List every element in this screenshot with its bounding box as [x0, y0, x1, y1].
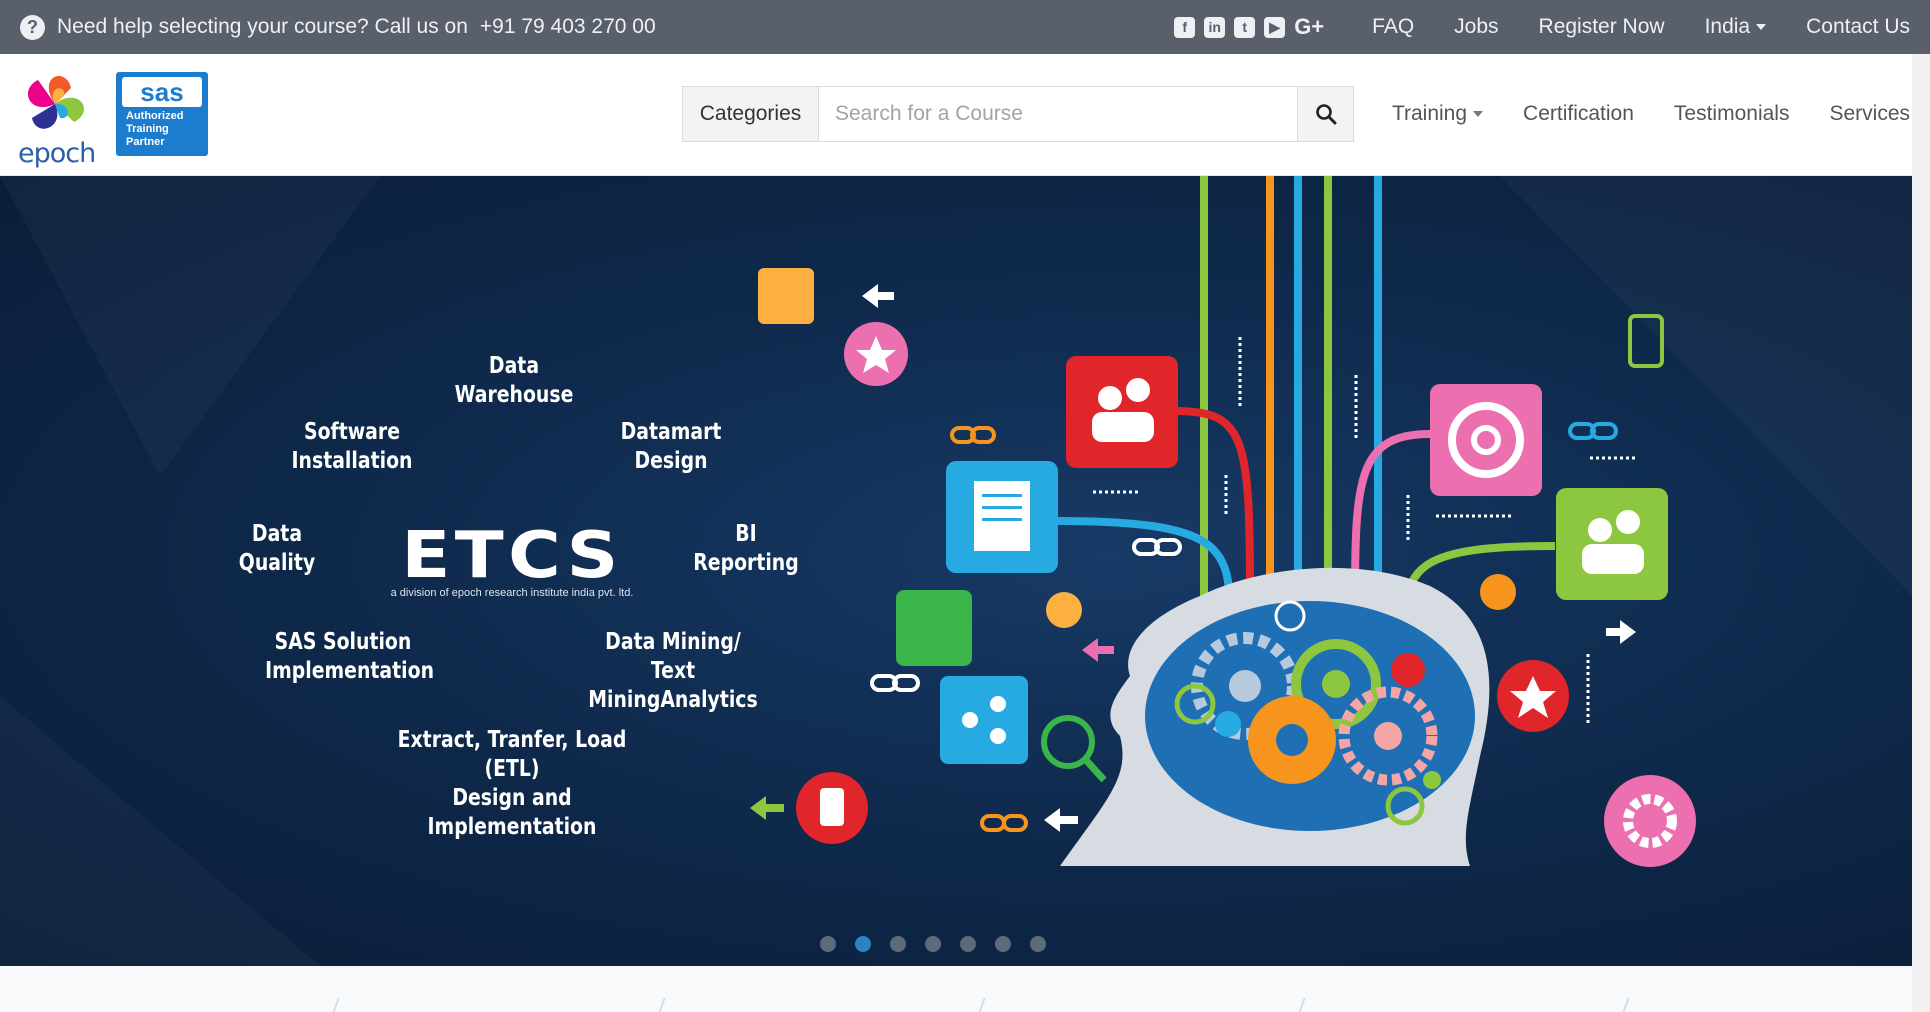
nav-training-label: Training [1391, 102, 1468, 125]
main-nav: Training Certification Testimonials Serv… [1352, 86, 1910, 142]
epoch-logo[interactable]: epoch [16, 66, 96, 169]
register-now-link[interactable]: Register Now [1539, 15, 1665, 39]
label-datamart-design: Datamart Design [620, 419, 722, 474]
nav-testimonials[interactable]: Testimonials [1674, 102, 1790, 126]
epoch-logo-text: epoch [18, 138, 96, 169]
label-etl: Extract, Tranfer, Load (ETL) Design and … [397, 727, 627, 840]
slider-dots [820, 936, 1046, 952]
slider-dot[interactable] [995, 936, 1011, 952]
label-data-warehouse: Data Warehouse [454, 353, 574, 408]
etcs-title: ETCS [401, 519, 623, 593]
stats-divider [1620, 998, 1630, 1012]
label-bi-reporting: BI Reporting [693, 521, 799, 576]
question-icon: ? [20, 14, 45, 40]
country-dropdown[interactable]: India [1705, 15, 1767, 39]
youtube-icon[interactable]: ▶ [1264, 16, 1286, 38]
faq-link[interactable]: FAQ [1372, 15, 1414, 39]
hero-banner[interactable]: Data Warehouse Software Installation Dat… [0, 176, 1912, 966]
slider-dot[interactable] [890, 936, 906, 952]
help-text: Need help selecting your course? Call us… [57, 15, 468, 38]
label-data-quality: Data Quality [238, 521, 316, 576]
label-data-mining: Data Mining/ Text MiningAnalytics [588, 629, 758, 713]
stats-divider [656, 998, 666, 1012]
label-software-installation: Software Installation [291, 419, 413, 474]
label-sas-solution: SAS Solution Implementation [265, 629, 435, 684]
contact-us-link[interactable]: Contact Us [1806, 15, 1910, 39]
etcs-logo: ETCS a division of epoch research instit… [382, 524, 642, 599]
search-icon [1315, 104, 1336, 125]
stats-divider [976, 998, 986, 1012]
search-button[interactable] [1298, 86, 1354, 142]
google-plus-icon[interactable]: G+ [1294, 14, 1324, 40]
jobs-link[interactable]: Jobs [1454, 15, 1498, 39]
linkedin-icon[interactable]: in [1204, 16, 1226, 38]
top-bar: ? Need help selecting your course? Call … [0, 0, 1930, 54]
categories-button[interactable]: Categories [682, 86, 818, 142]
caret-down-icon [1756, 24, 1767, 31]
nav-training[interactable]: Training [1391, 102, 1484, 126]
help-line: ? Need help selecting your course? Call … [20, 14, 656, 40]
sas-line-2: Training [126, 123, 169, 135]
course-search: Categories [682, 86, 1354, 142]
epoch-swirl-icon [27, 76, 84, 129]
stats-divider [1296, 998, 1306, 1012]
facebook-icon[interactable]: f [1174, 16, 1196, 38]
slider-dot[interactable] [925, 936, 941, 952]
stats-strip [0, 966, 1912, 1012]
slider-dot[interactable] [1030, 936, 1046, 952]
nav-certification[interactable]: Certification [1523, 102, 1634, 126]
help-phone[interactable]: +91 79 403 270 00 [480, 15, 656, 39]
nav-services[interactable]: Services [1829, 102, 1910, 126]
country-label: India [1704, 15, 1751, 38]
sas-line-1: Authorized [126, 110, 184, 122]
stats-divider [330, 998, 340, 1012]
sas-line-3: Partner [126, 136, 165, 148]
twitter-icon[interactable]: t [1234, 16, 1256, 38]
sas-partner-logo: sas Authorized Training Partner [116, 72, 208, 156]
slider-dot[interactable] [960, 936, 976, 952]
slider-dot-active[interactable] [855, 936, 871, 952]
sas-brand: sas [122, 77, 202, 107]
social-links: f in t ▶ G+ [1174, 14, 1324, 40]
search-input[interactable] [818, 86, 1298, 142]
slider-dot[interactable] [820, 936, 836, 952]
page-scrollbar[interactable] [1912, 54, 1930, 1012]
caret-down-icon [1473, 111, 1484, 118]
